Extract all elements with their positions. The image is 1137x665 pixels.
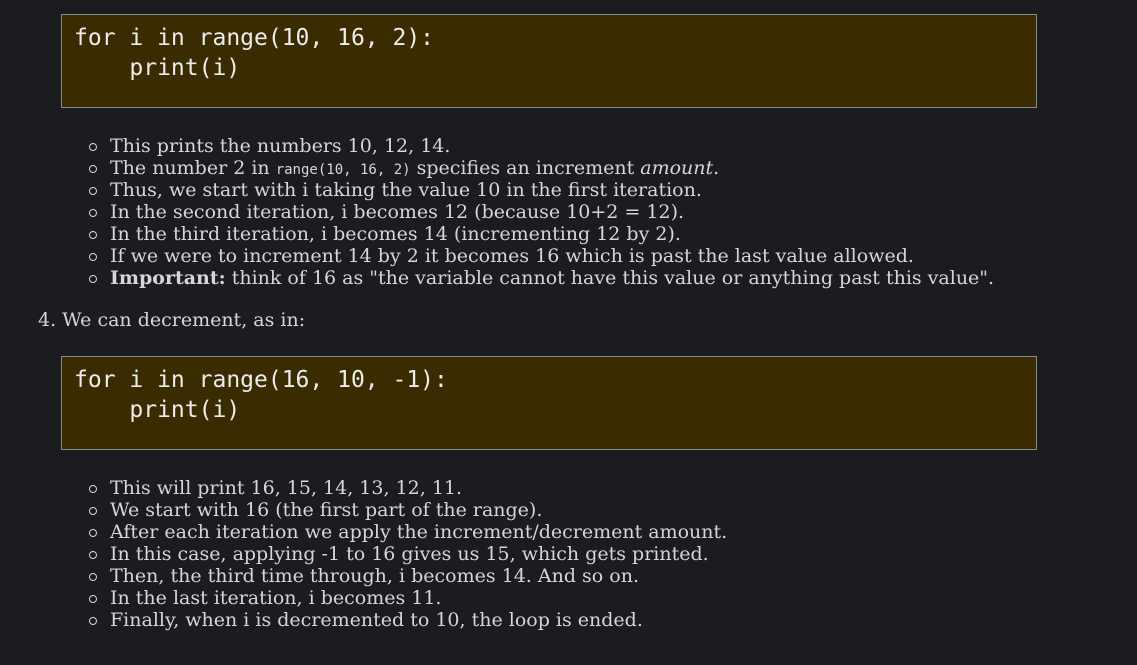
emphasis: amount xyxy=(640,157,714,179)
list-item: In the second iteration, i becomes 12 (b… xyxy=(86,201,1126,223)
code-line: print(i) xyxy=(74,397,241,423)
important-label: Important: xyxy=(110,267,226,289)
list-item: The number 2 in range(10, 16, 2) specifi… xyxy=(86,157,1126,179)
list-item: Finally, when i is decremented to 10, th… xyxy=(86,609,1126,631)
list-item: After each iteration we apply the increm… xyxy=(86,521,1126,543)
list-item: Then, the third time through, i becomes … xyxy=(86,565,1126,587)
code-line: for i in range(16, 10, -1): xyxy=(74,367,448,393)
code-block-increment: for i in range(10, 16, 2): print(i) xyxy=(61,14,1037,108)
explanation-list-increment: This prints the numbers 10, 12, 14. The … xyxy=(86,135,1126,289)
inline-code: range(10, 16, 2) xyxy=(275,162,411,178)
list-item: We start with 16 (the first part of the … xyxy=(86,499,1126,521)
explanation-list-decrement: This will print 16, 15, 14, 13, 12, 11. … xyxy=(86,477,1126,631)
list-item: Thus, we start with i taking the value 1… xyxy=(86,179,1126,201)
list-item: Important: think of 16 as "the variable … xyxy=(86,267,1126,289)
list-item: In the last iteration, i becomes 11. xyxy=(86,587,1126,609)
code-line: print(i) xyxy=(74,55,241,81)
list-item: In this case, applying -1 to 16 gives us… xyxy=(86,543,1126,565)
code-block-decrement: for i in range(16, 10, -1): print(i) xyxy=(61,356,1037,450)
code-line: for i in range(10, 16, 2): xyxy=(74,25,435,51)
list-item: In the third iteration, i becomes 14 (in… xyxy=(86,223,1126,245)
step-4-heading: 4. We can decrement, as in: xyxy=(38,309,305,331)
list-item: This prints the numbers 10, 12, 14. xyxy=(86,135,1126,157)
step-text: We can decrement, as in: xyxy=(56,309,306,331)
list-item: If we were to increment 14 by 2 it becom… xyxy=(86,245,1126,267)
list-item: This will print 16, 15, 14, 13, 12, 11. xyxy=(86,477,1126,499)
step-number: 4. xyxy=(38,309,57,331)
